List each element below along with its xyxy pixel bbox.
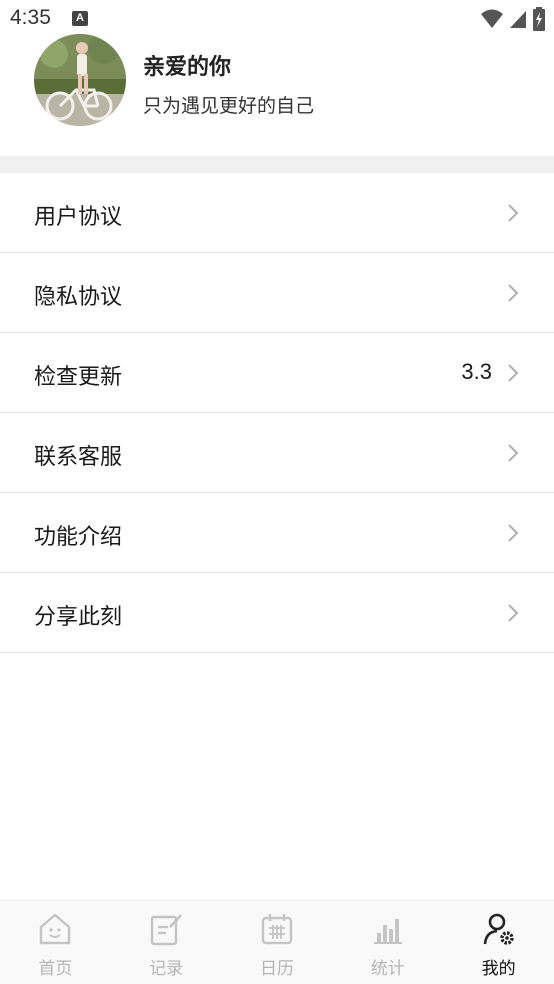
chevron-right-icon	[508, 364, 519, 382]
tab-calendar[interactable]: 日历	[222, 901, 333, 984]
tab-record[interactable]: 记录	[111, 901, 222, 984]
chevron-right-icon	[508, 524, 519, 542]
menu-item-feature-intro[interactable]: 功能介绍	[0, 493, 554, 573]
menu-item-check-update[interactable]: 检查更新 3.3	[0, 333, 554, 413]
profile-name: 亲爱的你	[143, 55, 232, 80]
tab-label: 日历	[259, 959, 294, 979]
tab-label: 我的	[481, 959, 516, 979]
calendar-icon	[261, 914, 293, 945]
home-icon	[40, 913, 71, 945]
status-time: 4:35	[10, 6, 51, 29]
menu-item-user-agreement[interactable]: 用户协议	[0, 173, 554, 253]
menu-item-privacy-policy[interactable]: 隐私协议	[0, 253, 554, 333]
menu-item-label: 功能介绍	[34, 525, 123, 550]
chevron-right-icon	[508, 284, 519, 302]
section-separator	[0, 156, 554, 173]
menu-item-label: 检查更新	[34, 365, 123, 390]
signal-icon	[510, 11, 526, 28]
menu-item-label: 联系客服	[34, 445, 123, 470]
profile-header[interactable]: 亲爱的你 只为遇见更好的自己	[0, 34, 554, 156]
avatar-photo	[34, 34, 126, 126]
profile-motto: 只为遇见更好的自己	[143, 95, 315, 117]
battery-charging-icon	[533, 7, 545, 31]
menu-item-contact-support[interactable]: 联系客服	[0, 413, 554, 493]
chevron-right-icon	[508, 204, 519, 222]
status-bar: 4:35 A	[0, 0, 554, 36]
tab-statistics[interactable]: 统计	[332, 901, 443, 984]
note-edit-icon	[150, 914, 183, 946]
settings-menu: 用户协议 隐私协议 检查更新 3.3 联系客服 功能介绍 分享此刻	[0, 173, 554, 653]
bar-chart-icon	[373, 919, 402, 944]
menu-item-label: 用户协议	[34, 205, 123, 230]
menu-item-label: 隐私协议	[34, 285, 123, 310]
menu-item-share-moment[interactable]: 分享此刻	[0, 573, 554, 653]
status-icons	[480, 7, 546, 31]
menu-item-label: 分享此刻	[34, 605, 123, 630]
chevron-right-icon	[508, 604, 519, 622]
tab-home[interactable]: 首页	[0, 901, 111, 984]
wifi-icon	[481, 9, 503, 28]
chevron-right-icon	[508, 444, 519, 462]
user-settings-icon	[483, 913, 514, 945]
tab-label: 首页	[38, 959, 73, 979]
notification-app-icon: A	[72, 11, 88, 26]
bottom-tab-bar: 首页 记录 日历 统计 我的	[0, 900, 554, 984]
version-value: 3.3	[461, 359, 492, 384]
avatar[interactable]	[34, 34, 126, 126]
tab-mine[interactable]: 我的	[443, 901, 554, 984]
tab-label: 记录	[149, 959, 184, 979]
tab-label: 统计	[370, 959, 405, 979]
